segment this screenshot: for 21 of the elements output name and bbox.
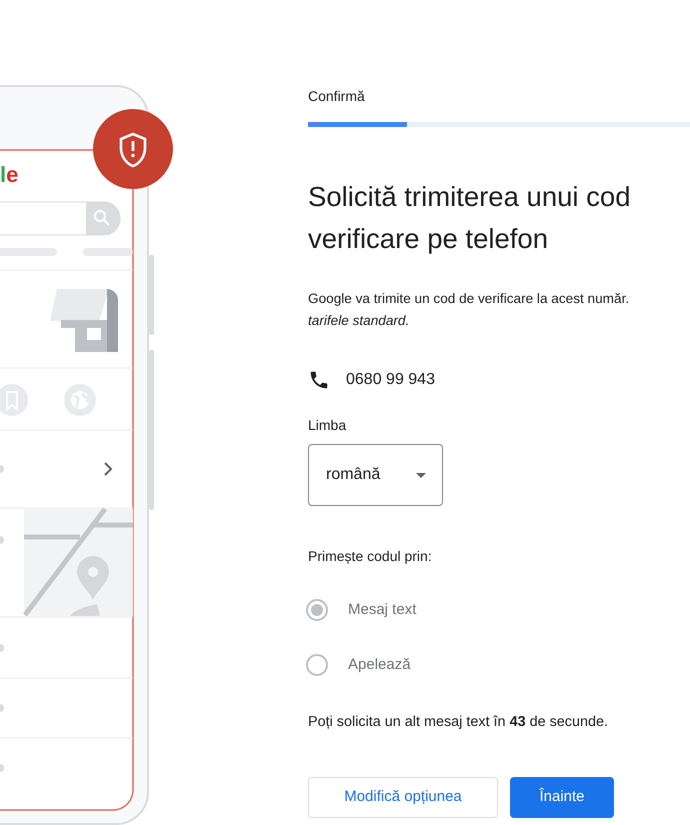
page-heading: Solicită trimiterea unui cod bbox=[308, 180, 631, 214]
countdown-text: Poți solicita un alt mesaj text în 43 de secunde. bbox=[308, 713, 608, 732]
step-title: Confirmă bbox=[308, 87, 365, 106]
radio-label: Apelează bbox=[348, 654, 411, 675]
store-icon bbox=[50, 289, 118, 352]
search-icon bbox=[86, 202, 120, 235]
notice-text: tarifele standard. bbox=[308, 312, 410, 330]
logo-text: le bbox=[0, 162, 18, 187]
method-label: Primește codul prin: bbox=[308, 547, 432, 566]
phone-number: 0680 99 943 bbox=[346, 370, 435, 390]
language-label: Limba bbox=[308, 416, 346, 435]
page-heading: verificare pe telefon bbox=[308, 222, 548, 256]
language-select[interactable]: română bbox=[308, 444, 443, 506]
phone-icon bbox=[308, 369, 330, 391]
change-option-button[interactable]: Modifică opțiunea bbox=[308, 777, 498, 818]
placeholder-bar bbox=[83, 248, 133, 256]
chevron-icon bbox=[104, 462, 112, 476]
radio-label: Mesaj text bbox=[348, 600, 416, 620]
notice-text: Google va trimite un cod de verificare la acest număr. bbox=[308, 290, 630, 308]
next-button[interactable]: Înainte bbox=[510, 777, 614, 818]
caret-icon bbox=[416, 472, 426, 478]
